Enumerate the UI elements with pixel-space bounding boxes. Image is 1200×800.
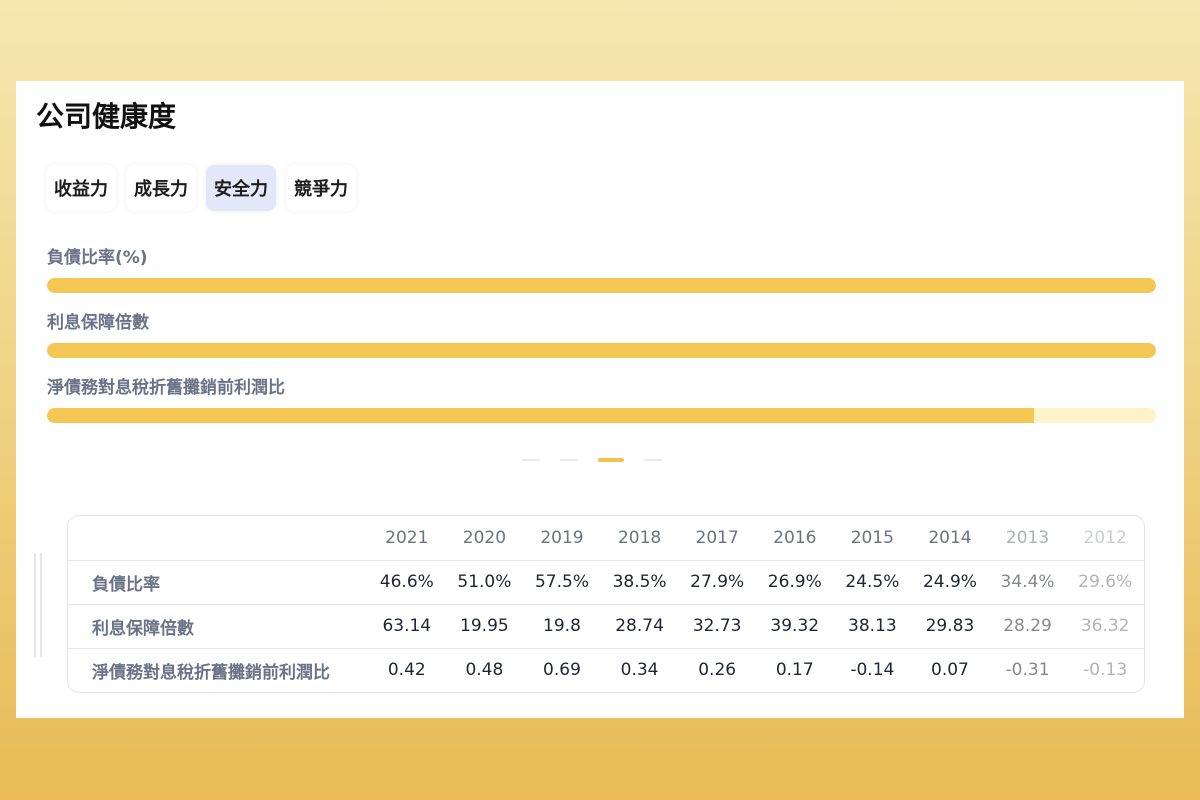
page-title: 公司健康度	[36, 100, 177, 133]
progress-fill-net-debt-ebitda	[47, 408, 1034, 423]
table-cell: 36.32	[1080, 616, 1130, 636]
tab-safety[interactable]: 安全力	[206, 165, 276, 211]
pager-dot-1[interactable]	[522, 459, 540, 461]
table-cell: 24.5%	[845, 572, 900, 592]
table-cell: 24.9%	[922, 572, 977, 592]
safety-data-table: 2021 2020 2019 2018 2017 2016 2015 2014 …	[67, 515, 1145, 693]
table-cell: 51.0%	[457, 572, 512, 592]
year-header: 2018	[617, 527, 662, 548]
tab-bar: 收益力 成長力 安全力 競爭力	[46, 165, 356, 211]
carousel-pager	[522, 458, 662, 462]
table-cell: 0.17	[775, 660, 814, 681]
scroll-indicator	[34, 553, 44, 657]
year-header: 2020	[462, 527, 507, 548]
row-label: 負債比率	[92, 574, 160, 595]
table-cell: 28.74	[615, 616, 664, 636]
company-health-card: 公司健康度 收益力 成長力 安全力 競爭力 負債比率(%) 利息保障倍數 淨債務…	[16, 81, 1184, 718]
row-label: 淨債務對息稅折舊攤銷前利潤比	[92, 662, 330, 683]
tab-profitability[interactable]: 收益力	[46, 165, 116, 211]
year-header: 2013	[1005, 527, 1050, 548]
table-cell: 0.34	[620, 660, 659, 681]
table-cell: 27.9%	[690, 572, 745, 592]
table-cell: 0.26	[698, 660, 737, 681]
table-cell: 0.69	[543, 660, 581, 681]
tab-growth[interactable]: 成長力	[126, 165, 196, 211]
pager-dot-4[interactable]	[644, 459, 662, 461]
table-row: 負債比率 46.6% 51.0% 57.5% 38.5% 27.9% 26.9%…	[68, 560, 1144, 604]
progress-bar-interest-coverage	[47, 343, 1156, 358]
table-cell: 46.6%	[379, 572, 434, 592]
table-cell: 39.32	[770, 616, 820, 636]
table-cell: 38.13	[848, 616, 897, 636]
year-header: 2019	[540, 527, 584, 548]
table-cell: 0.07	[931, 660, 969, 681]
table-header-blank	[68, 516, 368, 560]
year-header: 2017	[695, 527, 739, 548]
table-cell: 19.8	[543, 616, 581, 636]
table-row: 淨債務對息稅折舊攤銷前利潤比 0.42 0.48 0.69 0.34 0.26 …	[68, 648, 1144, 692]
table-cell: -0.31	[1005, 660, 1050, 681]
progress-fill-debt-ratio	[47, 278, 1156, 293]
tab-competitiveness[interactable]: 競爭力	[286, 165, 356, 211]
table-cell: 0.42	[387, 660, 426, 681]
metric-label-net-debt-ebitda: 淨債務對息稅折舊攤銷前利潤比	[47, 378, 285, 398]
table-cell: 0.48	[465, 660, 504, 681]
metric-label-interest-coverage: 利息保障倍數	[47, 313, 149, 333]
year-header: 2015	[850, 527, 894, 548]
row-label: 利息保障倍數	[92, 618, 194, 639]
table-cell: 32.73	[692, 616, 742, 636]
table-cell: 57.5%	[534, 572, 589, 592]
table-cell: -0.13	[1083, 660, 1128, 681]
table-cell: -0.14	[850, 660, 895, 681]
year-header: 2016	[773, 527, 817, 548]
table-cell: 34.4%	[1000, 572, 1055, 592]
year-header: 2021	[385, 527, 429, 548]
metric-label-debt-ratio: 負債比率(%)	[47, 248, 148, 268]
table-cell: 29.83	[925, 616, 975, 636]
progress-bar-debt-ratio	[47, 278, 1156, 293]
year-header: 2012	[1083, 527, 1127, 548]
year-header: 2014	[928, 527, 972, 548]
pager-dot-3-active[interactable]	[598, 458, 624, 462]
table-cell: 28.29	[1003, 616, 1052, 636]
table-cell: 19.95	[460, 616, 509, 636]
table-cell: 38.5%	[612, 572, 667, 592]
table-cell: 26.9%	[767, 572, 822, 592]
table-header-row: 2021 2020 2019 2018 2017 2016 2015 2014 …	[68, 516, 1144, 560]
table-cell: 29.6%	[1078, 572, 1133, 592]
progress-bar-net-debt-ebitda	[47, 408, 1156, 423]
progress-fill-interest-coverage	[47, 343, 1156, 358]
pager-dot-2[interactable]	[560, 459, 578, 461]
table-cell: 63.14	[382, 616, 432, 636]
table-row: 利息保障倍數 63.14 19.95 19.8 28.74 32.73 39.3…	[68, 604, 1144, 648]
